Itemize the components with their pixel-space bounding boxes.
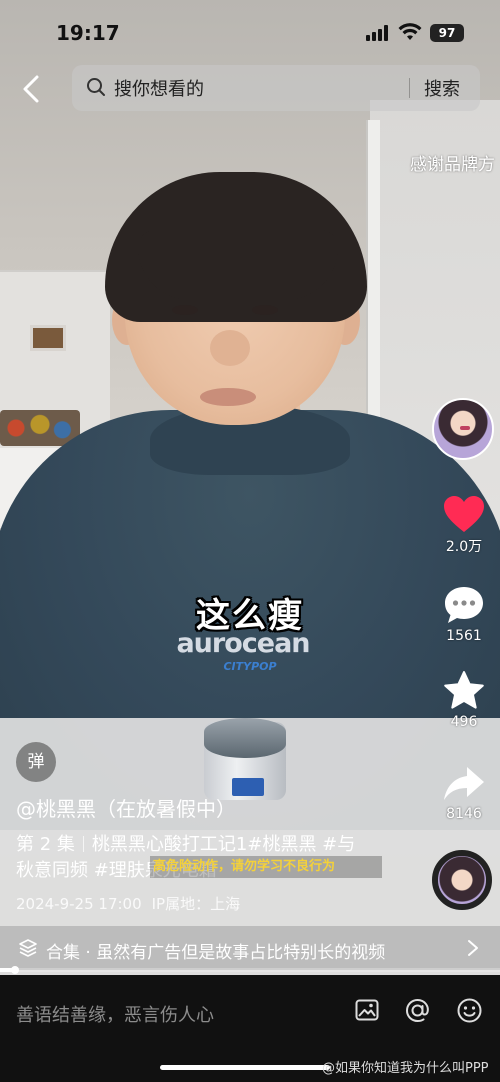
chevron-right-icon [468,940,478,956]
like-count: 2.0万 [445,539,483,555]
video-frame[interactable]: aurocean CITYPOP [0,0,500,975]
shirt-brand-sub: CITYPOP [223,660,277,673]
like-button[interactable]: 2.0万 [436,494,492,556]
video-meta: 2024-9-25 17:00 IP属地：上海 [16,893,240,914]
person-bangs [138,230,338,300]
person-eye [172,305,198,315]
video-subtitle: 这么瘦 [196,596,304,636]
status-bar: 19:17 97 [0,0,500,64]
comment-bar: 善语结善缘，恶言伤人心 @如果你知道我为什么叫PPP [0,975,500,1082]
comment-input[interactable]: 善语结善缘，恶言伤人心 [16,1001,214,1027]
collection-title: 合集 · 虽然有广告但是故事占比特别长的视频 [46,943,386,963]
search-input[interactable]: 搜你想看的 [114,75,204,101]
episode-label[interactable]: 第 2 集 [16,834,75,855]
star-icon [444,671,484,709]
safety-warning: 高危险动作，请勿学习不良行为 [150,856,382,878]
person-eye [252,305,278,315]
product-jar-label [232,778,264,796]
product-jar-lid [204,718,286,758]
watermark-text: @如果你知道我为什么叫PPP [322,1061,489,1076]
status-time: 19:17 [56,21,120,45]
home-indicator[interactable] [160,1065,330,1070]
emoji-icon[interactable] [456,997,483,1024]
brand-thanks-text: 感谢品牌方 [410,155,495,175]
image-icon[interactable] [354,997,380,1023]
battery-icon: 97 [430,24,464,42]
author-avatar[interactable] [432,398,494,460]
episode-separator [82,836,84,852]
publish-date: 2024-9-25 17:00 [16,895,142,913]
favorite-button[interactable]: 496 [436,670,492,730]
author-name[interactable]: @桃黑黑（在放暑假中） [16,793,236,822]
collection-icon [19,939,37,957]
share-icon [444,767,484,800]
search-button[interactable]: 搜索 [424,75,460,101]
at-icon[interactable] [404,997,431,1024]
danmu-toggle-button[interactable]: 弹 [16,742,56,782]
video-progress-bar[interactable] [0,966,500,974]
share-count: 8146 [446,806,482,822]
back-icon[interactable] [18,72,46,106]
cellular-signal-icon [366,25,390,41]
person-mouth [200,388,256,406]
background-frame [30,325,66,351]
favorite-count: 496 [450,714,478,730]
heart-icon [444,496,484,532]
person-nose [210,330,250,366]
share-button[interactable]: 8146 [436,764,492,822]
wifi-icon [398,23,422,40]
search-icon [87,78,105,96]
ip-location: IP属地：上海 [151,895,241,913]
collection-bar[interactable]: 合集 · 虽然有广告但是故事占比特别长的视频 [0,926,500,970]
progress-handle[interactable] [11,966,19,974]
search-divider [409,78,410,98]
music-disc[interactable] [432,850,492,910]
description-line-1: 桃黑黑心酸打工记1#桃黑黑 #与 [91,834,356,855]
search-bar[interactable]: 搜你想看的 搜索 [72,65,480,111]
